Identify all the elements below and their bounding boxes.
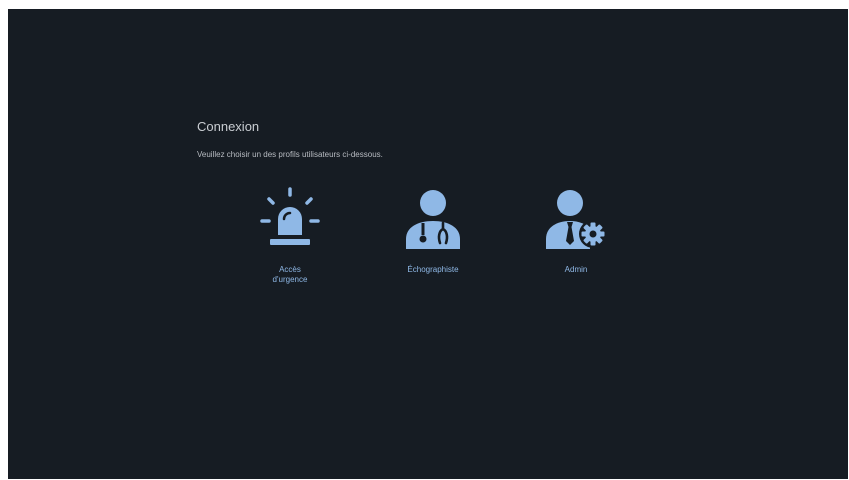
profile-label: Accès d'urgence (272, 265, 308, 284)
profile-label: Admin (564, 265, 588, 274)
profile-label: Échographiste (407, 265, 459, 274)
admin-gear-icon (546, 190, 606, 249)
doctor-stethoscope-icon (406, 190, 460, 249)
profile-sonographer[interactable]: Échographiste (385, 187, 481, 292)
emergency-siren-icon (260, 187, 320, 245)
profile-emergency-access[interactable]: Accès d'urgence (242, 187, 338, 292)
page-subtitle: Veuillez choisir un des profils utilisat… (197, 150, 383, 159)
profile-admin[interactable]: Admin (528, 187, 624, 292)
login-screen: Connexion Veuillez choisir un des profil… (8, 9, 848, 479)
page-title: Connexion (197, 119, 260, 134)
